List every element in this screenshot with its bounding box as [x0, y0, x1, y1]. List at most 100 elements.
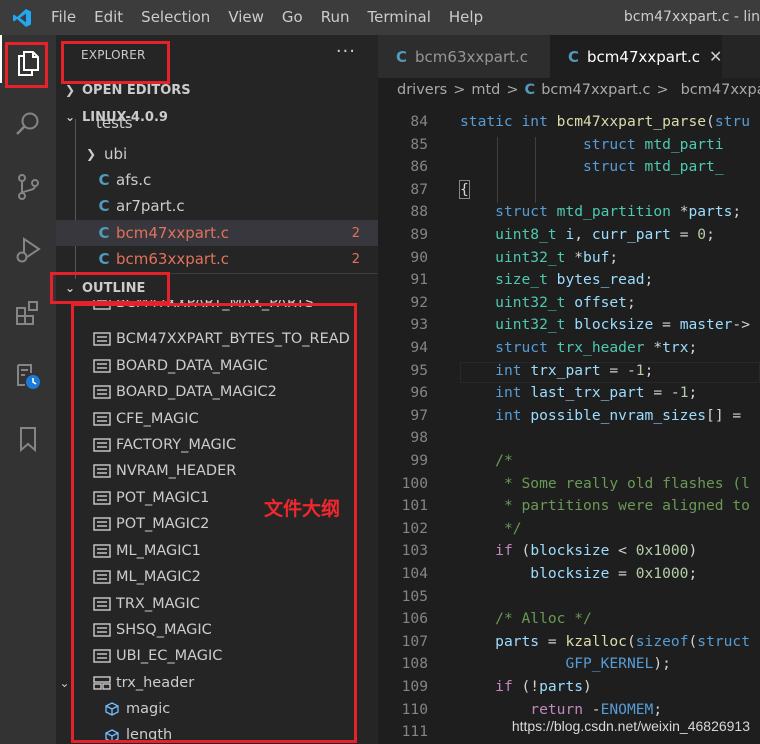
menu-edit[interactable]: Edit: [85, 0, 132, 35]
breadcrumb-symbol[interactable]: bcm47xxpa: [681, 82, 760, 98]
line-number: 104: [401, 565, 428, 582]
line-number: 109: [401, 678, 428, 695]
menu-selection[interactable]: Selection: [132, 0, 219, 35]
outline-annotation-label: 文件大纲: [264, 498, 341, 520]
tree-item-label: bcm47xxpart.c: [116, 224, 229, 242]
annotation-box-outline-list: [71, 303, 357, 743]
menu-file[interactable]: File: [42, 0, 85, 35]
c-file-icon: C: [98, 224, 110, 242]
line-number: 97: [410, 406, 428, 424]
tree-folder-ubi[interactable]: ❯ ubi: [56, 141, 378, 167]
run-debug-icon: [16, 237, 41, 263]
search-activity-button[interactable]: [0, 100, 56, 148]
code-line: blocksize = 0x1000;: [530, 565, 698, 582]
problem-count-badge: 2: [351, 225, 360, 241]
line-number: 89: [410, 226, 428, 243]
vscode-logo-icon: [13, 8, 31, 27]
window-title: bcm47xxpart.c - lin: [623, 9, 760, 25]
code-line: */: [503, 519, 522, 537]
line-number: 94: [410, 339, 428, 356]
code-line: {: [459, 179, 470, 199]
extensions-icon: [16, 301, 38, 325]
tab-label: bcm47xxpart.c: [587, 47, 701, 66]
line-number: 107: [401, 632, 428, 650]
line-number: 95: [410, 361, 428, 379]
tab-label: bcm63xxpart.c: [415, 47, 529, 66]
line-number: 90: [410, 248, 428, 266]
code-line: uint32_t blocksize = master->: [495, 316, 750, 334]
menu-help[interactable]: Help: [440, 0, 492, 35]
tree-item-label: ubi: [104, 145, 128, 163]
code-line: /*: [495, 452, 513, 469]
line-number: 103: [401, 542, 428, 560]
line-number: 110: [401, 700, 428, 718]
line-number: 96: [410, 384, 428, 402]
breadcrumb-separator: >: [656, 82, 669, 98]
tree-file-bcm63xxpart[interactable]: C bcm63xxpart.c 2: [56, 246, 378, 272]
breadcrumb-mtd[interactable]: mtd: [471, 82, 500, 98]
menu-view[interactable]: View: [219, 0, 273, 35]
line-number: 86: [410, 158, 428, 176]
breadcrumb-separator: >: [453, 82, 466, 98]
breadcrumb: drivers > mtd > C bcm47xxpart.c > bcm47x…: [378, 78, 760, 102]
tree-file-afs[interactable]: C afs.c: [56, 167, 378, 193]
code-line: int possible_nvram_sizes[] =: [495, 406, 742, 424]
line-number: 92: [410, 293, 428, 311]
editor-tabs: C bcm63xxpart.c C bcm47xxpart.c ✕: [378, 35, 760, 78]
code-line: int trx_part = -1;: [495, 361, 654, 379]
open-editors-label: OPEN EDITORS: [82, 82, 191, 98]
c-file-icon: C: [98, 197, 110, 215]
timeline-activity-button[interactable]: [0, 352, 56, 400]
line-number: 102: [401, 519, 428, 537]
code-line: struct mtd_part_: [583, 158, 724, 176]
annotation-box-explorer-icon: [5, 42, 48, 88]
code-line: size_t bytes_read;: [495, 271, 654, 289]
line-number: 111: [401, 723, 428, 741]
code-line: /* Alloc */: [495, 610, 592, 628]
close-icon[interactable]: ✕: [709, 47, 722, 66]
tab-bcm63xxpart[interactable]: C bcm63xxpart.c: [378, 35, 550, 78]
line-number: 84: [410, 113, 428, 130]
code-line: GFP_KERNEL);: [565, 655, 671, 673]
c-file-icon: C: [98, 171, 110, 189]
tree-file-ar7part[interactable]: C ar7part.c: [56, 193, 378, 219]
line-number: 91: [410, 271, 428, 289]
code-line: uint8_t i, curr_part = 0;: [495, 226, 715, 243]
tab-bcm47xxpart[interactable]: C bcm47xxpart.c ✕: [550, 35, 722, 78]
editor-area: C bcm63xxpart.c C bcm47xxpart.c ✕ driver…: [378, 35, 760, 744]
code-line: if (blocksize < 0x1000): [495, 542, 698, 560]
tree-file-bcm47xxpart[interactable]: C bcm47xxpart.c 2: [56, 220, 378, 246]
code-line: * partitions were aligned to: [503, 497, 750, 515]
line-number: 85: [410, 135, 428, 153]
watermark-text: https://blog.csdn.net/weixin_46826913: [511, 718, 750, 734]
tree-item-label: bcm63xxpart.c: [116, 250, 229, 268]
breadcrumb-drivers[interactable]: drivers: [397, 82, 447, 98]
breadcrumb-separator: >: [506, 82, 519, 98]
code-line: if (!parts): [495, 678, 592, 695]
bookmark-icon: [20, 427, 36, 453]
line-number: 101: [401, 497, 428, 515]
line-number: 108: [401, 655, 428, 673]
code-line: parts = kzalloc(sizeof(struct: [495, 632, 750, 650]
code-line: struct mtd_partition *parts;: [495, 203, 742, 221]
line-number: 100: [401, 474, 428, 492]
code-line: struct mtd_parti: [583, 135, 724, 153]
menu-go[interactable]: Go: [273, 0, 312, 35]
c-file-icon: C: [568, 47, 580, 66]
line-number: 105: [401, 587, 428, 605]
run-debug-activity-button[interactable]: [0, 226, 56, 274]
source-control-activity-button[interactable]: [0, 163, 56, 211]
code-line: int last_trx_part = -1;: [495, 384, 698, 402]
line-number: 106: [401, 610, 428, 628]
line-number: 93: [410, 316, 428, 334]
more-actions-icon[interactable]: ···: [336, 41, 356, 62]
menu-terminal[interactable]: Terminal: [359, 0, 440, 35]
breadcrumb-file[interactable]: bcm47xxpart.c: [541, 82, 650, 98]
extensions-activity-button[interactable]: [0, 289, 56, 337]
line-number: 88: [410, 203, 428, 221]
menu-run[interactable]: Run: [312, 0, 359, 35]
tree-folder-tests[interactable]: tests: [56, 115, 378, 131]
bookmarks-activity-button[interactable]: [0, 415, 56, 463]
problem-count-badge: 2: [351, 251, 360, 267]
code-line: struct trx_header *trx;: [495, 339, 698, 356]
